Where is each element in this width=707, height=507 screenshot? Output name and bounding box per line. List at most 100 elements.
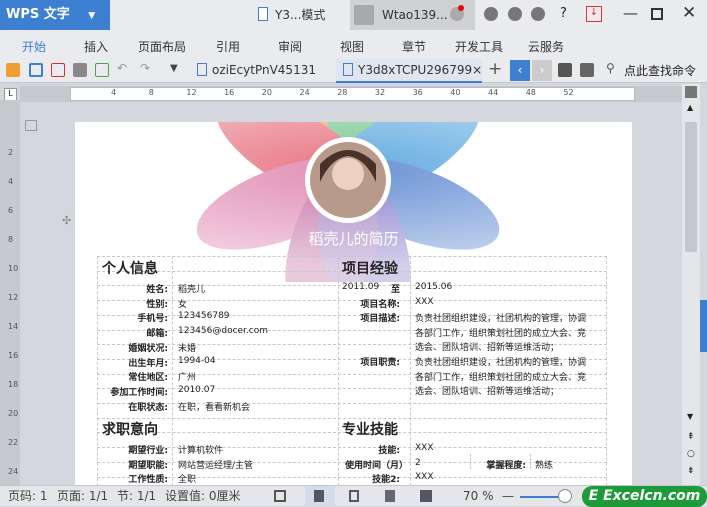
- menu-insert[interactable]: 插入: [84, 38, 108, 55]
- field-value: 广州: [178, 373, 197, 384]
- ruler-tick-label: 44: [488, 88, 499, 97]
- ruler-tick-label: 36: [412, 88, 423, 97]
- reading-mode-icon[interactable]: [420, 490, 432, 502]
- field-value: 1994-04: [178, 355, 216, 366]
- web-view-icon[interactable]: [385, 490, 395, 502]
- menu-references[interactable]: 引用: [216, 38, 240, 55]
- screen-icon[interactable]: [558, 63, 572, 77]
- page-mode-icon[interactable]: [685, 86, 697, 98]
- page-view-icon: [314, 490, 324, 502]
- avatar: [354, 5, 374, 25]
- tab-document-1[interactable]: oziEcytPnV45131 ×: [190, 59, 335, 99]
- ruler-tick-label: 24: [299, 88, 310, 97]
- field-value: 未婚: [178, 343, 197, 354]
- ruler-tick-label: 20: [261, 88, 272, 97]
- tab-label: Y3d8xTCPU296799: [358, 63, 473, 77]
- field-value: 网站营运经理/主管: [178, 460, 254, 471]
- field-value: 在职，看看新机会: [178, 402, 251, 413]
- export-pdf-icon[interactable]: [51, 63, 65, 77]
- field-value: 123456@docer.com: [178, 326, 269, 337]
- wps-menu-button[interactable]: WPS 文字 ▼: [0, 0, 110, 30]
- tab-label: oziEcytPnV45131: [212, 63, 316, 77]
- scrollbar-thumb[interactable]: [685, 122, 697, 252]
- vertical-ruler[interactable]: 2 4 6 8 10 12 14 16 18 20 22 24: [0, 100, 20, 485]
- field-value: 女: [178, 299, 188, 310]
- fullscreen-icon[interactable]: [274, 490, 286, 502]
- field-label: 至: [391, 285, 401, 295]
- zoom-out-button[interactable]: —: [502, 486, 514, 506]
- scroll-down-arrow[interactable]: ▼: [687, 412, 693, 421]
- field-label: 期望职能:: [128, 460, 168, 471]
- section-heading-personal: 个人信息: [102, 261, 158, 277]
- skin-icon[interactable]: [484, 7, 498, 21]
- outline-view-icon[interactable]: [349, 490, 359, 502]
- field-label: 常住地区:: [128, 373, 168, 384]
- field-label: 在职状态:: [128, 402, 168, 413]
- grid-line: [606, 256, 607, 485]
- previous-page-button[interactable]: ⇞: [687, 432, 695, 442]
- field-value: 全职: [178, 475, 197, 485]
- close-button[interactable]: ✕: [682, 3, 696, 23]
- field-label: 邮箱:: [146, 329, 168, 340]
- field-value: XXX: [415, 443, 434, 453]
- ruler-tick-label: 16: [8, 351, 19, 360]
- grid-line: [97, 403, 607, 404]
- feedback-icon[interactable]: [531, 7, 545, 21]
- help-icon[interactable]: ?: [560, 6, 567, 21]
- menu-section[interactable]: 章节: [402, 38, 426, 55]
- side-panel-handle[interactable]: [700, 300, 707, 352]
- section-heading-skills: 专业技能: [342, 422, 398, 438]
- download-icon[interactable]: ↓: [586, 6, 602, 22]
- open-icon[interactable]: [6, 63, 20, 77]
- field-label: 项目名称:: [360, 300, 400, 310]
- more-dropdown-icon[interactable]: ▼: [170, 63, 178, 74]
- zoom-slider-handle[interactable]: [558, 489, 572, 503]
- field-label: 手机号:: [137, 314, 168, 325]
- redo-icon[interactable]: ↷: [140, 61, 150, 75]
- print-icon[interactable]: [73, 63, 87, 77]
- tab-document-2[interactable]: Y3d8xTCPU296799×: [336, 59, 482, 83]
- table-move-handle[interactable]: ✣: [62, 214, 71, 227]
- pin-icon[interactable]: [580, 63, 594, 77]
- watermark-logo: E Excelcn.com: [582, 486, 707, 507]
- menu-start[interactable]: 开始: [22, 38, 46, 55]
- next-page-button[interactable]: ⇟: [687, 466, 695, 476]
- tab-scroll-right-button[interactable]: ›: [532, 60, 552, 81]
- ruler-tick-label: 32: [374, 88, 386, 97]
- ruler-tick-label: 18: [8, 380, 19, 389]
- menu-page-layout[interactable]: 页面布局: [138, 38, 186, 55]
- field-label: 姓名:: [146, 285, 168, 295]
- section-heading-project: 项目经验: [342, 261, 398, 277]
- menu-developer[interactable]: 开发工具: [455, 38, 503, 55]
- save-icon[interactable]: [29, 63, 43, 77]
- field-label: 婚姻状况:: [128, 343, 168, 354]
- ruler-tick-label: 48: [525, 88, 536, 97]
- maximize-button[interactable]: [651, 8, 663, 20]
- command-search-input[interactable]: 点此查找命令: [624, 62, 696, 79]
- settings-icon[interactable]: [508, 7, 522, 21]
- nav-pane-icon[interactable]: [25, 120, 37, 131]
- ruler-tick-label: 12: [8, 293, 19, 302]
- ruler-tick-label: 6: [8, 206, 14, 215]
- ruler-tick-label: 4: [8, 177, 14, 186]
- minimize-button[interactable]: —: [623, 4, 638, 22]
- new-tab-button[interactable]: +: [488, 59, 502, 79]
- field-label: 期望行业:: [128, 446, 168, 456]
- field-label: 掌握程度:: [486, 461, 526, 471]
- page-number: 页码: 1: [8, 489, 48, 503]
- menu-view[interactable]: 视图: [340, 38, 364, 55]
- tab-scroll-left-button[interactable]: ‹: [510, 60, 530, 81]
- tab-close-button[interactable]: ×: [472, 63, 482, 77]
- ruler-tick-label: 20: [8, 409, 19, 418]
- ruler-tick-label: 2: [8, 148, 14, 157]
- print-preview-icon[interactable]: [95, 63, 109, 77]
- scroll-up-arrow[interactable]: ▲: [687, 103, 693, 112]
- menu-review[interactable]: 审阅: [278, 38, 302, 55]
- field-value: 2010.07: [178, 384, 216, 395]
- page-count: 页面: 1/1: [57, 489, 109, 503]
- select-browse-object[interactable]: ○: [687, 449, 695, 459]
- resume-title: 稻壳儿的简历: [308, 230, 399, 248]
- menu-cloud[interactable]: 云服务: [528, 38, 564, 55]
- undo-icon[interactable]: ↶: [117, 61, 127, 75]
- horizontal-ruler[interactable]: [70, 87, 635, 101]
